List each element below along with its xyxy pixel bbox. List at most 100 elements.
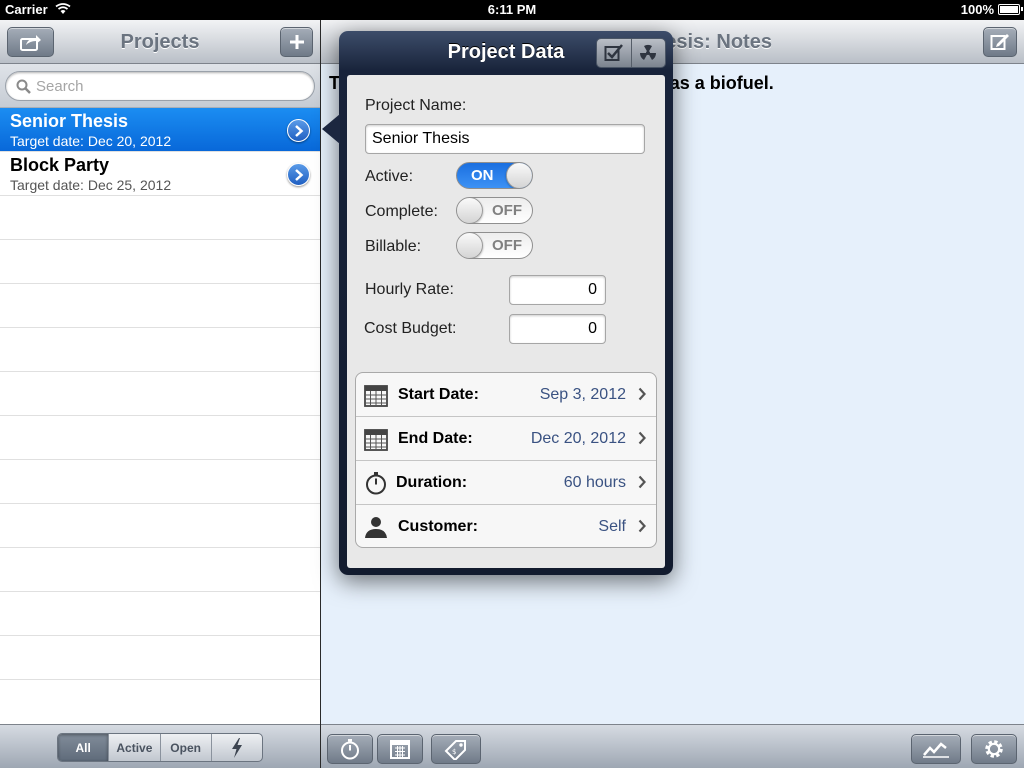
active-toggle[interactable]: ON	[456, 162, 533, 189]
project-name-label: Project Name:	[365, 97, 467, 114]
filter-open[interactable]: Open	[161, 734, 212, 761]
customer-row[interactable]: Customer: Self	[356, 505, 656, 547]
delete-project-button[interactable]	[632, 39, 666, 67]
toggle-knob	[457, 233, 483, 258]
project-target-date: Target date: Dec 25, 2012	[10, 177, 172, 193]
hourly-rate-field[interactable]: 0	[509, 275, 606, 305]
search-bar	[0, 64, 320, 108]
start-date-row[interactable]: Start Date: Sep 3, 2012	[356, 373, 656, 417]
popover-actions	[596, 38, 666, 68]
customer-value: Self	[598, 518, 626, 535]
project-data-popover: Project Data Project Name: Senior Thesis…	[339, 31, 673, 575]
end-date-label: End Date:	[398, 430, 473, 447]
status-bar: Carrier 6:11 PM 100%	[0, 0, 1024, 20]
battery-percentage: 100%	[960, 2, 994, 17]
project-filter-segmented-control: All Active Open	[57, 733, 263, 762]
calendar-icon	[364, 429, 388, 451]
search-input[interactable]	[36, 76, 306, 96]
filter-active[interactable]: Active	[109, 734, 161, 761]
active-label: Active:	[365, 168, 414, 185]
customer-label: Customer:	[398, 518, 479, 535]
toggle-state: ON	[471, 167, 494, 184]
billable-toggle[interactable]: OFF	[456, 232, 533, 259]
compose-button[interactable]	[983, 27, 1017, 57]
start-date-label: Start Date:	[398, 386, 479, 403]
battery-icon	[998, 4, 1023, 15]
cost-budget-label: Cost Budget:	[364, 320, 457, 337]
calendar-icon	[364, 385, 388, 407]
project-name: Block Party	[10, 155, 110, 175]
empty-row	[0, 460, 320, 504]
stopwatch-icon	[366, 472, 386, 495]
empty-row	[0, 328, 320, 372]
expense-button[interactable]: $	[431, 734, 481, 764]
empty-row	[0, 636, 320, 680]
duration-row[interactable]: Duration: 60 hours	[356, 461, 656, 505]
clock: 6:11 PM	[487, 2, 537, 17]
project-name-field[interactable]: Senior Thesis	[365, 124, 645, 154]
project-row-block-party[interactable]: Block Party Target date: Dec 25, 2012	[0, 152, 320, 196]
chevron-right-icon	[638, 519, 646, 533]
projects-pane: Projects Senior Thesis Target date: Dec …	[0, 20, 320, 768]
toggle-state: OFF	[492, 202, 522, 219]
chart-line-icon	[923, 742, 949, 758]
toggle-state: OFF	[492, 237, 522, 254]
chevron-right-icon	[638, 475, 646, 489]
toggle-knob	[457, 198, 483, 223]
toggle-knob	[506, 163, 532, 188]
cost-budget-field[interactable]: 0	[509, 314, 606, 344]
search-icon	[16, 79, 31, 94]
plus-icon	[289, 35, 304, 49]
project-row-senior-thesis[interactable]: Senior Thesis Target date: Dec 20, 2012	[0, 108, 320, 152]
chevron-right-icon	[294, 124, 303, 137]
empty-row	[0, 372, 320, 416]
reports-button[interactable]	[911, 734, 961, 764]
timer-button[interactable]	[327, 734, 373, 764]
start-date-value: Sep 3, 2012	[539, 386, 626, 403]
project-name: Senior Thesis	[10, 111, 129, 131]
end-date-row[interactable]: End Date: Dec 20, 2012	[356, 417, 656, 461]
detail-disclosure-button[interactable]	[287, 119, 310, 142]
radiation-icon	[640, 44, 657, 60]
lightning-icon	[231, 737, 242, 758]
projects-navbar: Projects	[0, 20, 320, 64]
empty-row	[0, 504, 320, 548]
duration-value: 60 hours	[563, 474, 626, 491]
project-list: Senior Thesis Target date: Dec 20, 2012 …	[0, 108, 320, 680]
add-project-button[interactable]	[280, 27, 313, 57]
search-field[interactable]	[5, 71, 315, 101]
chevron-right-icon	[638, 431, 646, 445]
detail-disclosure-button[interactable]	[287, 163, 310, 186]
hourly-rate-label: Hourly Rate:	[365, 281, 454, 298]
projects-toolbar: All Active Open	[0, 724, 320, 768]
empty-row	[0, 416, 320, 460]
complete-toggle[interactable]: OFF	[456, 197, 533, 224]
empty-row	[0, 240, 320, 284]
empty-row	[0, 592, 320, 636]
complete-label: Complete:	[365, 203, 438, 220]
end-date-value: Dec 20, 2012	[530, 430, 626, 447]
project-data-form: Project Name: Senior Thesis Active: ON C…	[347, 75, 665, 568]
project-target-date: Target date: Dec 20, 2012	[10, 133, 172, 149]
person-icon	[365, 517, 387, 538]
empty-row	[0, 548, 320, 592]
empty-row	[0, 196, 320, 240]
compose-icon	[990, 34, 1009, 50]
calendar-icon	[390, 740, 410, 759]
gear-icon	[985, 740, 1003, 758]
settings-button[interactable]	[971, 734, 1017, 764]
checkbox-icon	[604, 44, 623, 61]
calendar-button[interactable]	[377, 734, 423, 764]
billable-label: Billable:	[365, 238, 422, 255]
chevron-right-icon	[638, 387, 646, 401]
filter-quick[interactable]	[212, 734, 262, 761]
projects-title: Projects	[120, 31, 200, 53]
notes-toolbar: $	[321, 724, 1024, 768]
popover-pointer	[322, 114, 340, 144]
mark-complete-button[interactable]	[597, 39, 632, 67]
project-details-group: Start Date: Sep 3, 2012 End Date: Dec 20…	[355, 372, 657, 548]
filter-all[interactable]: All	[58, 734, 110, 761]
stopwatch-icon	[341, 739, 359, 760]
svg-text:$: $	[452, 748, 456, 756]
duration-label: Duration:	[396, 474, 468, 491]
